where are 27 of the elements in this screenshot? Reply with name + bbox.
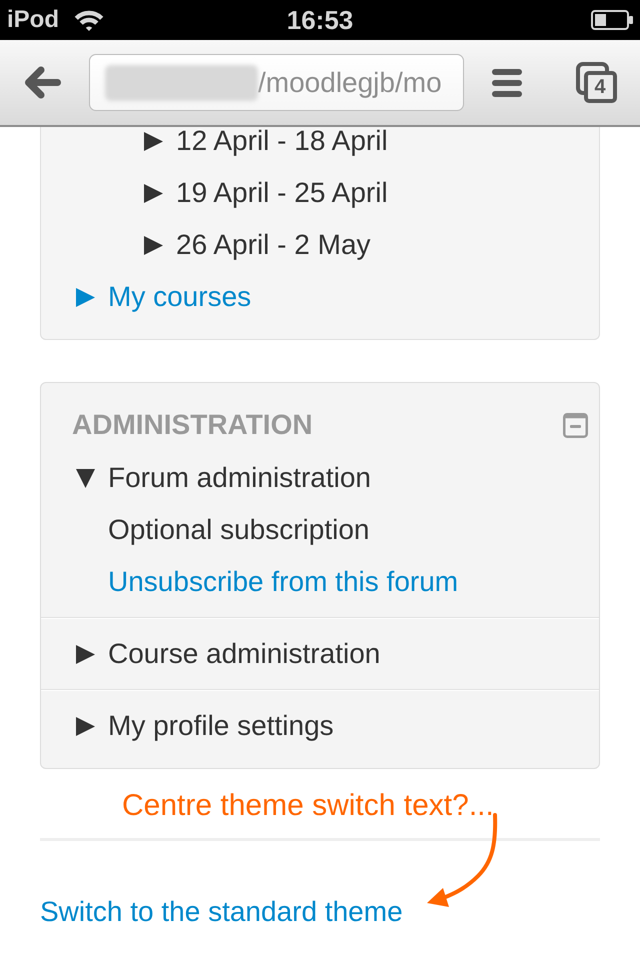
triangle-right-icon[interactable]	[144, 132, 163, 150]
triangle-right-icon[interactable]	[76, 644, 95, 664]
minus-box-icon[interactable]	[563, 412, 588, 438]
tree-item[interactable]: Course administration	[108, 640, 380, 668]
tree-item[interactable]: Forum administration	[108, 464, 371, 492]
tree-item[interactable]: 12 April - 18 April	[176, 127, 388, 155]
tree-item[interactable]: 26 April - 2 May	[176, 231, 371, 259]
tabs-button[interactable]: 4	[571, 60, 621, 105]
tab-count-badge: 4	[584, 71, 616, 103]
battery-icon	[590, 10, 633, 30]
tree-item[interactable]: 19 April - 25 April	[176, 179, 388, 207]
nav-link[interactable]: My courses	[108, 283, 252, 311]
clock-time: 16:53	[286, 5, 354, 35]
menu-icon	[492, 68, 522, 96]
triangle-right-icon[interactable]	[144, 236, 163, 254]
url-text: /moodlegjb/mo	[258, 66, 442, 100]
device-name: iPod	[6, 6, 59, 34]
triangle-down-icon[interactable]	[76, 468, 95, 488]
block-title: ADMINISTRATION	[72, 409, 313, 441]
triangle-right-icon[interactable]	[76, 716, 95, 736]
tree-item: Optional subscription	[108, 516, 370, 544]
tree-item[interactable]: My profile settings	[108, 712, 334, 740]
theme-switch-link[interactable]: Switch to the standard theme	[40, 894, 403, 930]
triangle-right-icon[interactable]	[144, 184, 163, 202]
wifi-icon	[73, 8, 105, 32]
annotation-text: Centre theme switch text?...	[122, 788, 494, 824]
nav-link[interactable]: Unsubscribe from this forum	[108, 568, 458, 596]
